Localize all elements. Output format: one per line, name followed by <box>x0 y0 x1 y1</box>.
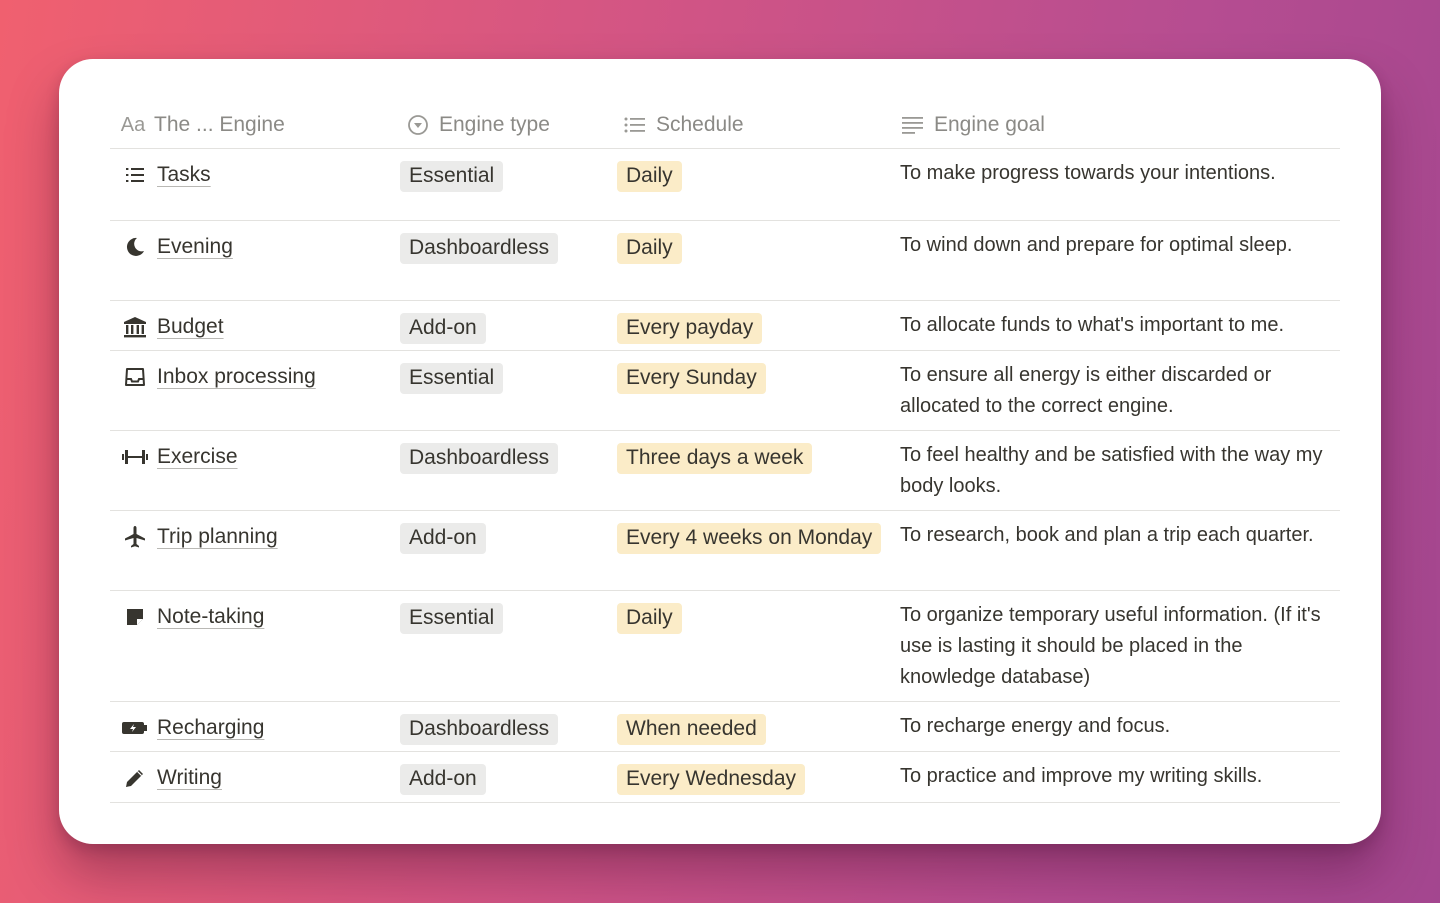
schedule-cell[interactable]: Daily <box>612 591 890 634</box>
engine-type-cell[interactable]: Dashboardless <box>395 221 612 264</box>
engine-type-tag: Essential <box>400 363 504 394</box>
dumbbell-icon <box>120 442 150 472</box>
table-row[interactable]: Evening Dashboardless Daily To wind down… <box>110 221 1340 301</box>
engine-goal-cell[interactable]: To wind down and prepare for optimal sle… <box>890 221 1340 261</box>
engine-type-tag: Dashboardless <box>400 233 559 264</box>
name-cell[interactable]: Evening <box>110 221 395 262</box>
engine-name-link[interactable]: Writing <box>157 763 222 793</box>
engine-goal-cell[interactable]: To allocate funds to what's important to… <box>890 301 1340 341</box>
column-header-label: Engine goal <box>934 113 1045 136</box>
schedule-tag: Every Sunday <box>617 363 766 394</box>
table-row[interactable]: Budget Add-on Every payday To allocate f… <box>110 301 1340 351</box>
schedule-tag: Every payday <box>617 313 763 344</box>
engine-type-cell[interactable]: Essential <box>395 351 612 394</box>
engine-type-tag: Essential <box>400 161 504 192</box>
engine-type-tag: Add-on <box>400 313 486 344</box>
name-cell[interactable]: Inbox processing <box>110 351 395 392</box>
schedule-tag: Daily <box>617 603 682 634</box>
airplane-icon <box>120 522 150 552</box>
engine-name-link[interactable]: Recharging <box>157 713 264 743</box>
moon-icon <box>120 232 150 262</box>
battery-charging-icon <box>120 713 150 743</box>
engine-name-link[interactable]: Exercise <box>157 442 238 472</box>
schedule-cell[interactable]: When needed <box>612 702 890 745</box>
table-row[interactable]: Writing Add-on Every Wednesday To practi… <box>110 752 1340 803</box>
pencil-icon <box>120 763 150 793</box>
schedule-tag: Daily <box>617 233 682 264</box>
engine-type-tag: Dashboardless <box>400 443 559 474</box>
engine-goal-cell[interactable]: To ensure all energy is either discarded… <box>890 351 1340 422</box>
engine-type-cell[interactable]: Dashboardless <box>395 702 612 745</box>
name-cell[interactable]: Tasks <box>110 149 395 190</box>
bank-icon <box>120 312 150 342</box>
engine-goal-cell[interactable]: To recharge energy and focus. <box>890 702 1340 742</box>
schedule-tag: Daily <box>617 161 682 192</box>
engine-name-link[interactable]: Evening <box>157 232 233 262</box>
engine-name-link[interactable]: Budget <box>157 312 224 342</box>
column-header-engine-goal[interactable]: Engine goal <box>890 113 1340 137</box>
database-card: Aa The ... Engine Engine type Schedule E… <box>59 59 1381 844</box>
list-icon <box>120 160 150 190</box>
schedule-cell[interactable]: Daily <box>612 149 890 192</box>
column-header-label: The ... Engine <box>154 113 285 136</box>
name-cell[interactable]: Recharging <box>110 702 395 743</box>
engine-type-cell[interactable]: Add-on <box>395 511 612 554</box>
table-row[interactable]: Exercise Dashboardless Three days a week… <box>110 431 1340 511</box>
column-header-engine-type[interactable]: Engine type <box>395 113 612 137</box>
engine-goal-cell[interactable]: To research, book and plan a trip each q… <box>890 511 1340 551</box>
table-row[interactable]: Tasks Essential Daily To make progress t… <box>110 149 1340 221</box>
name-cell[interactable]: Budget <box>110 301 395 342</box>
engine-goal-cell[interactable]: To practice and improve my writing skill… <box>890 752 1340 792</box>
table-header: Aa The ... Engine Engine type Schedule E… <box>110 102 1340 149</box>
sticky-note-icon <box>120 602 150 632</box>
column-header-label: Engine type <box>439 113 550 136</box>
schedule-tag: Three days a week <box>617 443 813 474</box>
engine-goal-cell[interactable]: To organize temporary useful information… <box>890 591 1340 693</box>
engine-name-link[interactable]: Trip planning <box>157 522 278 552</box>
engine-type-cell[interactable]: Add-on <box>395 301 612 344</box>
name-cell[interactable]: Note-taking <box>110 591 395 632</box>
column-header-label: Schedule <box>656 113 744 136</box>
select-icon <box>405 114 431 136</box>
column-header-name[interactable]: Aa The ... Engine <box>110 113 395 137</box>
text-lines-icon <box>900 114 926 136</box>
table-row[interactable]: Recharging Dashboardless When needed To … <box>110 702 1340 752</box>
schedule-cell[interactable]: Every Sunday <box>612 351 890 394</box>
text-aa-icon: Aa <box>120 113 146 136</box>
schedule-tag: When needed <box>617 714 766 745</box>
engine-goal-cell[interactable]: To make progress towards your intentions… <box>890 149 1340 189</box>
schedule-tag: Every Wednesday <box>617 764 806 795</box>
column-header-schedule[interactable]: Schedule <box>612 113 890 137</box>
engines-table: Aa The ... Engine Engine type Schedule E… <box>110 102 1340 803</box>
schedule-cell[interactable]: Every 4 weeks on Monday <box>612 511 890 554</box>
engine-type-cell[interactable]: Dashboardless <box>395 431 612 474</box>
schedule-cell[interactable]: Three days a week <box>612 431 890 474</box>
name-cell[interactable]: Exercise <box>110 431 395 472</box>
name-cell[interactable]: Trip planning <box>110 511 395 552</box>
name-cell[interactable]: Writing <box>110 752 395 793</box>
engine-type-cell[interactable]: Add-on <box>395 752 612 795</box>
inbox-tray-icon <box>120 362 150 392</box>
table-row[interactable]: Trip planning Add-on Every 4 weeks on Mo… <box>110 511 1340 591</box>
engine-name-link[interactable]: Tasks <box>157 160 211 190</box>
engine-type-cell[interactable]: Essential <box>395 591 612 634</box>
schedule-tag: Every 4 weeks on Monday <box>617 523 882 554</box>
engine-type-tag: Add-on <box>400 764 486 795</box>
engine-goal-cell[interactable]: To feel healthy and be satisfied with th… <box>890 431 1340 502</box>
schedule-cell[interactable]: Every Wednesday <box>612 752 890 795</box>
engine-name-link[interactable]: Note-taking <box>157 602 264 632</box>
engine-type-tag: Essential <box>400 603 504 634</box>
engine-type-tag: Add-on <box>400 523 486 554</box>
multi-select-list-icon <box>622 114 648 136</box>
table-row[interactable]: Note-taking Essential Daily To organize … <box>110 591 1340 702</box>
engine-type-cell[interactable]: Essential <box>395 149 612 192</box>
engine-type-tag: Dashboardless <box>400 714 559 745</box>
schedule-cell[interactable]: Daily <box>612 221 890 264</box>
schedule-cell[interactable]: Every payday <box>612 301 890 344</box>
table-row[interactable]: Inbox processing Essential Every Sunday … <box>110 351 1340 431</box>
engine-name-link[interactable]: Inbox processing <box>157 362 316 392</box>
